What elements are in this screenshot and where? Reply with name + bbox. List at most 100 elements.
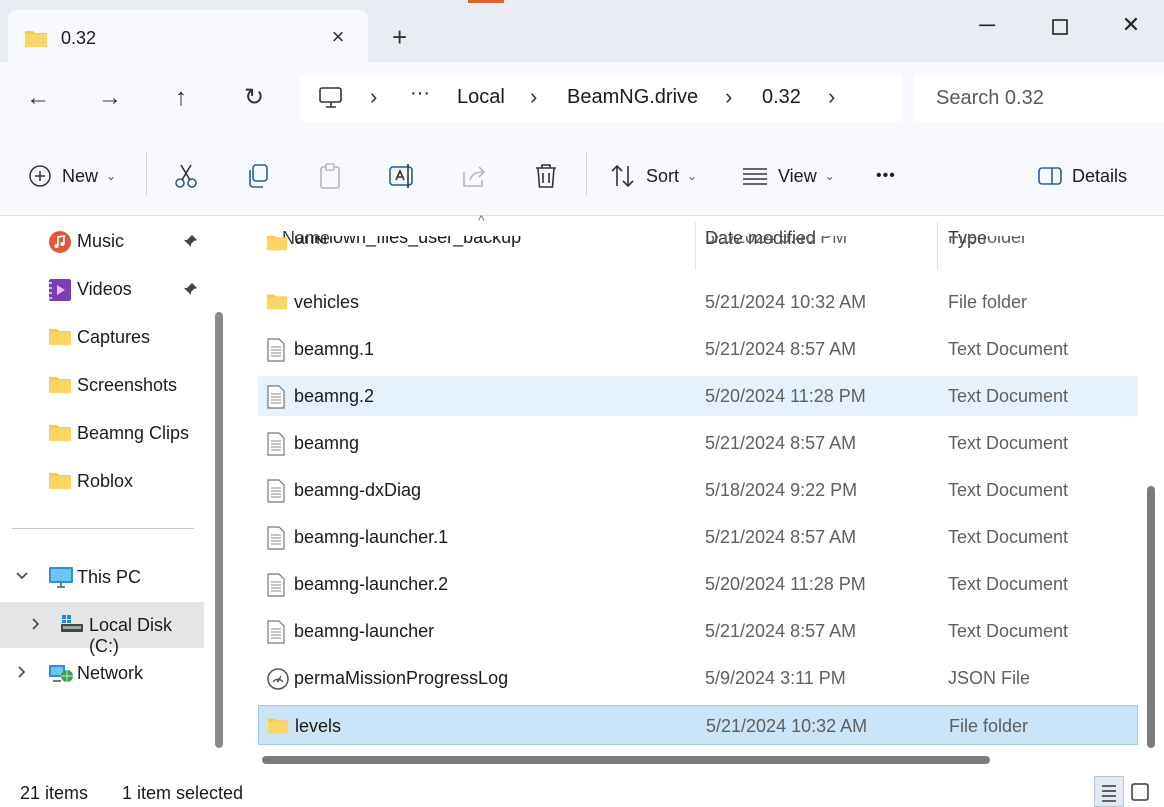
file-row[interactable]: beamng-launcher 5/21/2024 8:57 AM Text Doc…	[258, 611, 1138, 651]
sidebar-item-videos[interactable]: Videos	[0, 268, 204, 310]
chevron-right-icon[interactable]	[28, 616, 44, 637]
new-tab-button[interactable]: +	[392, 22, 407, 52]
breadcrumb-separator[interactable]: ›	[828, 84, 835, 110]
clipboard-icon	[320, 163, 340, 189]
file-row[interactable]: beamng 5/21/2024 8:57 AM Text Document	[258, 423, 1138, 463]
file-name: levels	[295, 716, 342, 736]
sidebar-item-captures[interactable]: Captures	[0, 316, 204, 358]
sidebar-item-roblox[interactable]: Roblox	[0, 460, 204, 502]
delete-button[interactable]	[532, 162, 560, 190]
file-row[interactable]: beamng-launcher.1 5/21/2024 8:57 AM Text D…	[258, 517, 1138, 557]
divider	[12, 528, 194, 529]
title-bar: 0.32 × + ─ ✕	[0, 0, 1164, 64]
file-row[interactable]: levels 5/21/2024 10:32 AM File folder	[258, 705, 1138, 745]
navigation-bar: ← → ↑ ↻ › ··· Local › BeamNG.drive › 0.3…	[0, 62, 1164, 134]
file-date-modified: 5/1/2024 5:46 PM	[705, 236, 848, 247]
file-name: beamng-launcher.1	[294, 527, 449, 547]
file-row[interactable]: vehicles 5/21/2024 10:32 AM File folder	[258, 282, 1138, 322]
text-document-icon	[266, 338, 288, 362]
share-icon	[463, 166, 486, 187]
text-document-icon	[266, 479, 288, 503]
copy-button[interactable]	[244, 162, 272, 190]
chevron-down-icon[interactable]	[14, 568, 30, 589]
sidebar-item-label: Local Disk (C:)	[89, 615, 173, 656]
minimize-button[interactable]: ─	[972, 12, 1002, 42]
refresh-button[interactable]: ↻	[238, 82, 270, 114]
navigation-pane: Music Videos Captures Screenshots Beamng…	[0, 216, 214, 776]
sidebar-item-label: Videos	[77, 279, 132, 299]
file-list-vertical-scrollbar[interactable]	[1146, 486, 1156, 748]
list-icon	[1102, 785, 1116, 802]
sort-button[interactable]: Sort ⌄	[610, 162, 697, 190]
maximize-button[interactable]	[1045, 12, 1075, 42]
file-type: File folder	[948, 236, 1028, 247]
chevron-down-icon: ⌄	[687, 169, 698, 183]
tab-current-folder[interactable]: 0.32 ×	[8, 10, 368, 64]
text-document-icon	[266, 620, 288, 644]
address-bar[interactable]: › ··· Local › BeamNG.drive › 0.32 ›	[300, 74, 902, 122]
chevron-down-icon: ⌄	[106, 169, 117, 183]
sidebar-item-label: Screenshots	[77, 375, 178, 395]
sidebar-item-label: This PC	[77, 567, 142, 587]
monitor-icon[interactable]	[318, 86, 344, 115]
back-button[interactable]: ←	[22, 82, 54, 114]
file-name: beamng-launcher.2	[294, 574, 449, 594]
new-button[interactable]: New ⌄	[28, 162, 116, 190]
tab-title: 0.32	[61, 28, 97, 48]
breadcrumb-separator[interactable]: ›	[370, 84, 377, 110]
folder-icon	[24, 28, 48, 53]
file-row[interactable]: unknown_files_user_backup 5/1/2024 5:46 P…	[258, 236, 1138, 266]
search-input[interactable]: Search 0.32	[914, 74, 1164, 122]
search-placeholder: Search 0.32	[936, 87, 1044, 109]
breadcrumb-local[interactable]: Local	[457, 86, 505, 109]
details-view-toggle[interactable]	[1094, 776, 1124, 807]
file-name: permaMissionProgressLog	[294, 668, 509, 688]
sidebar-item-network[interactable]: Network	[0, 652, 204, 694]
file-type: Text Document	[948, 339, 1069, 359]
status-bar: 21 items 1 item selected	[0, 776, 1164, 807]
copy-icon	[249, 164, 268, 188]
file-type: Text Document	[948, 480, 1069, 500]
details-pane-button[interactable]: Details	[1038, 162, 1127, 190]
breadcrumb-overflow[interactable]: ···	[410, 82, 430, 105]
more-options-button[interactable]: •••	[876, 162, 896, 190]
sidebar-item-beamng-clips[interactable]: Beamng Clips	[0, 412, 204, 454]
up-button[interactable]: ↑	[165, 82, 197, 114]
file-row[interactable]: beamng-launcher.2 5/20/2024 11:28 PM Text …	[258, 564, 1138, 604]
sidebar-item-this-pc[interactable]: This PC	[0, 556, 204, 598]
paste-button[interactable]	[316, 162, 344, 190]
rename-button[interactable]	[388, 162, 416, 190]
details-pane-icon	[1038, 167, 1062, 185]
close-window-button[interactable]: ✕	[1116, 12, 1146, 42]
network-icon	[48, 662, 73, 684]
breadcrumb-beamng-drive[interactable]: BeamNG.drive	[567, 86, 698, 109]
music-icon	[48, 230, 72, 253]
forward-button[interactable]: →	[94, 82, 126, 114]
tiles-view-toggle[interactable]	[1126, 776, 1156, 807]
file-row[interactable]: beamng.2 5/20/2024 11:28 PM Text Document	[258, 376, 1138, 416]
chevron-right-icon[interactable]	[14, 664, 30, 685]
trash-icon	[536, 164, 556, 188]
view-label: View	[778, 165, 817, 186]
text-document-icon	[266, 385, 288, 409]
file-row[interactable]: beamng-dxDiag 5/18/2024 9:22 PM Text Docum…	[258, 470, 1138, 510]
text-document-icon	[266, 432, 288, 456]
sidebar-item-screenshots[interactable]: Screenshots	[0, 364, 204, 406]
file-list-horizontal-scrollbar[interactable]	[262, 756, 990, 764]
sidebar-scrollbar[interactable]	[214, 312, 224, 748]
share-button[interactable]	[460, 162, 488, 190]
close-tab-icon[interactable]: ×	[326, 24, 350, 50]
breadcrumb-separator[interactable]: ›	[530, 84, 537, 110]
cut-button[interactable]	[172, 162, 200, 190]
file-row[interactable]: permaMissionProgressLog 5/9/2024 3:11 PM J…	[258, 658, 1138, 698]
breadcrumb-0-32[interactable]: 0.32	[762, 86, 801, 109]
file-row[interactable]: beamng.1 5/21/2024 8:57 AM Text Document	[258, 329, 1138, 369]
item-count: 21 items	[20, 783, 89, 803]
view-button[interactable]: View ⌄	[742, 162, 835, 190]
folder-icon	[267, 715, 289, 737]
file-type: Text Document	[948, 574, 1069, 594]
sidebar-item-music[interactable]: Music	[0, 220, 204, 262]
file-name: beamng	[294, 433, 360, 453]
sidebar-item-local-disk[interactable]: Local Disk (C:)	[0, 602, 204, 656]
breadcrumb-separator[interactable]: ›	[725, 84, 732, 110]
